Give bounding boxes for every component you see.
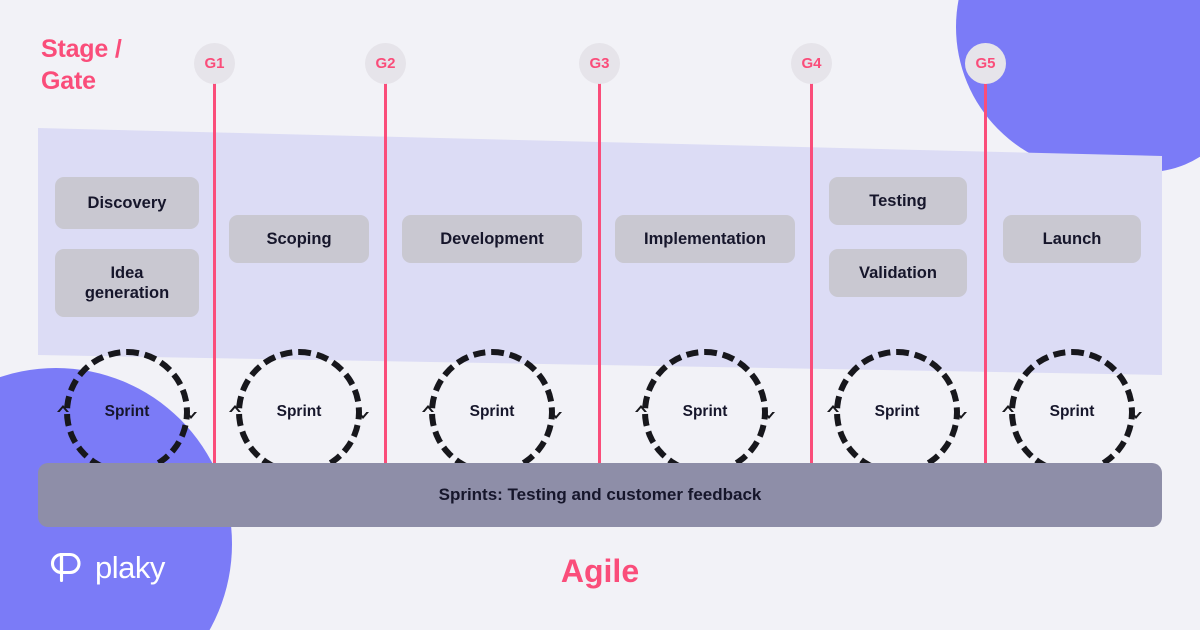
sprint-cycle[interactable]: Sprint [1002, 349, 1142, 475]
stage-box-label: Implementation [644, 229, 766, 248]
stage-box-idea-generation[interactable]: Idea generation [55, 249, 199, 317]
arrow-down-icon [1127, 403, 1145, 421]
stage-box-label: Development [440, 229, 544, 248]
sprint-label: Sprint [874, 403, 920, 420]
stage-box-launch[interactable]: Launch [1003, 215, 1141, 263]
sprint-label: Sprint [682, 403, 728, 420]
gate-marker-g2[interactable]: G2 [365, 43, 406, 84]
plaky-logo: plaky [50, 552, 165, 583]
gate-marker-g4[interactable]: G4 [791, 43, 832, 84]
stage-box-label: Validation [859, 263, 937, 282]
gate-marker-g1[interactable]: G1 [194, 43, 235, 84]
sprint-summary-label: Sprints: Testing and customer feedback [438, 485, 762, 504]
arrow-up-icon [824, 403, 842, 421]
sprint-label: Sprint [1049, 403, 1095, 420]
sprint-cycle[interactable]: Sprint [229, 349, 369, 475]
sprint-cycle[interactable]: Sprint [635, 349, 775, 475]
sprint-label: Sprint [104, 403, 150, 420]
sprint-label: Sprint [276, 403, 322, 420]
sprint-cycle[interactable]: Sprint [57, 349, 197, 475]
arrow-down-icon [354, 403, 372, 421]
stage-box-label: Testing [869, 191, 927, 210]
gate-line-g5 [984, 63, 987, 463]
stage-box-development[interactable]: Development [402, 215, 582, 263]
sprint-cycle[interactable]: Sprint [422, 349, 562, 475]
gate-line-g1 [213, 63, 216, 463]
gate-label: G2 [375, 55, 396, 72]
gate-marker-g3[interactable]: G3 [579, 43, 620, 84]
stage-box-label: Discovery [87, 193, 167, 212]
arrow-down-icon [182, 403, 200, 421]
arrow-down-icon [547, 403, 565, 421]
arrow-down-icon [952, 403, 970, 421]
stage-box-implementation[interactable]: Implementation [615, 215, 795, 263]
arrow-down-icon [760, 403, 778, 421]
gate-label: G4 [801, 55, 822, 72]
stage-box-testing[interactable]: Testing [829, 177, 967, 225]
gate-marker-g5[interactable]: G5 [965, 43, 1006, 84]
sprint-summary-bar: Sprints: Testing and customer feedback [38, 463, 1162, 527]
stage-box-discovery[interactable]: Discovery [55, 177, 199, 229]
sprint-label: Sprint [469, 403, 515, 420]
gate-line-g3 [598, 63, 601, 463]
diagram-canvas: Stage / Gate G1 G2 G3 G4 G5 Discovery Idea ge… [0, 0, 1200, 630]
gate-label: G3 [589, 55, 610, 72]
stage-box-scoping[interactable]: Scoping [229, 215, 369, 263]
plaky-logo-text: plaky [95, 550, 165, 585]
sprint-cycle[interactable]: Sprint [827, 349, 967, 475]
gate-label: G5 [975, 55, 996, 72]
arrow-up-icon [419, 403, 437, 421]
arrow-up-icon [54, 403, 72, 421]
arrow-up-icon [226, 403, 244, 421]
plaky-logo-icon [50, 552, 84, 583]
gate-line-g2 [384, 63, 387, 463]
stage-box-validation[interactable]: Validation [829, 249, 967, 297]
stage-box-label: Idea generation [84, 263, 170, 302]
stage-box-label: Scoping [266, 229, 332, 248]
stage-gate-title: Stage / Gate [41, 35, 122, 95]
arrow-up-icon [632, 403, 650, 421]
agile-caption: Agile [0, 553, 1200, 590]
arrow-up-icon [999, 403, 1017, 421]
gate-line-g4 [810, 63, 813, 463]
stage-box-label: Launch [1042, 229, 1102, 248]
agile-caption-label: Agile [560, 553, 640, 589]
gate-label: G1 [204, 55, 225, 72]
